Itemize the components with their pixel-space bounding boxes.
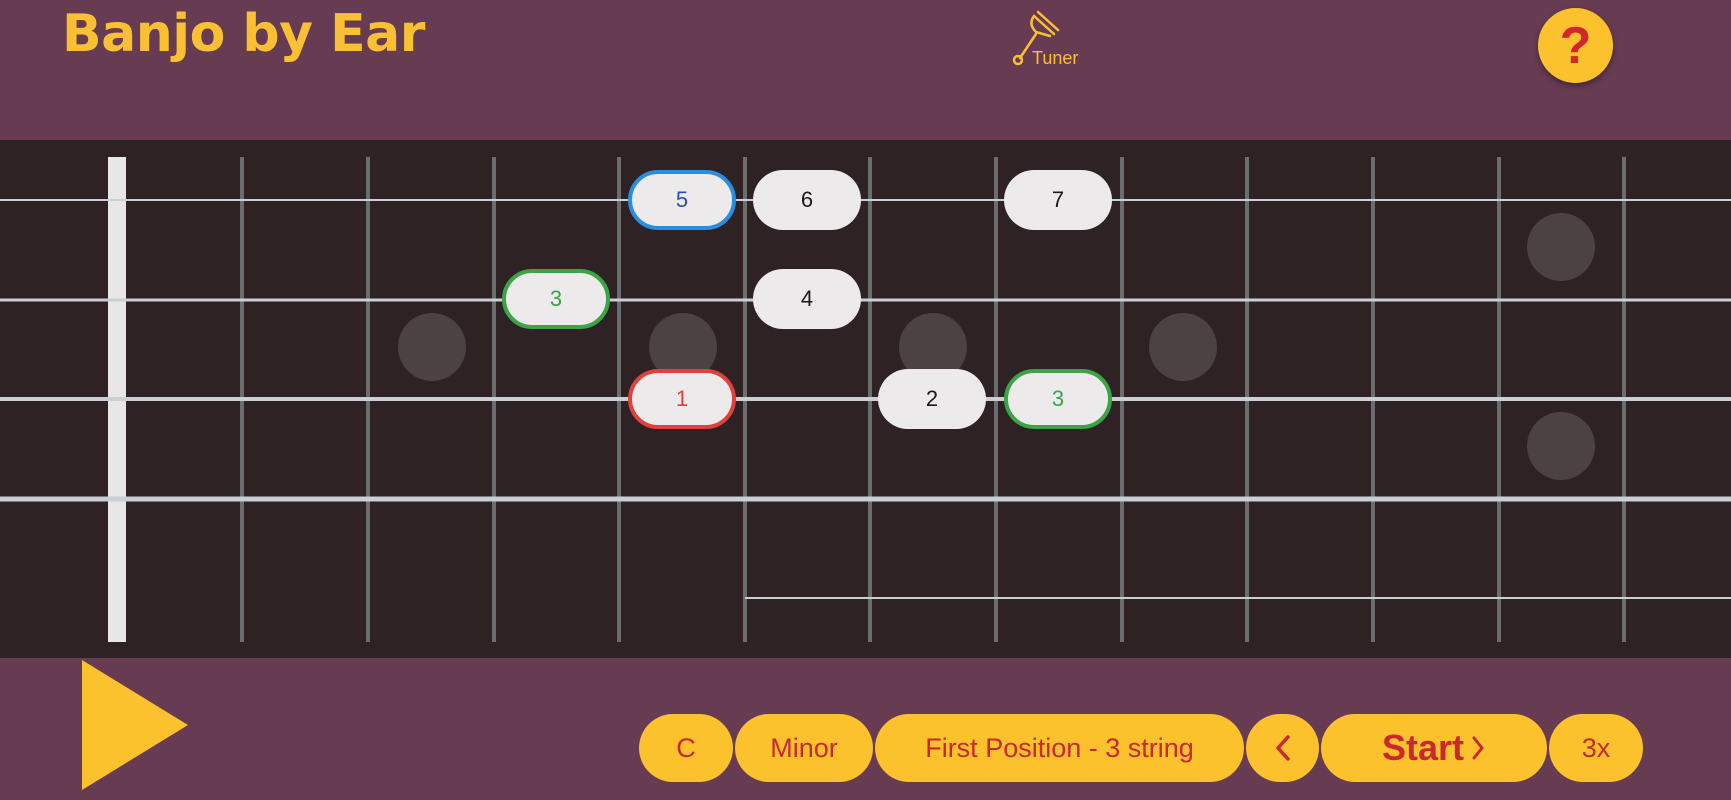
question-mark-icon: ? (1559, 16, 1592, 75)
fret-marker-dot (1527, 213, 1595, 281)
note-marker[interactable]: 1 (628, 369, 736, 429)
scale-selector[interactable]: Minor (735, 714, 873, 782)
note-marker[interactable]: 7 (1004, 170, 1112, 230)
fret-marker-dot (1149, 313, 1217, 381)
play-icon (82, 660, 188, 790)
note-marker[interactable]: 6 (753, 170, 861, 230)
fretboard-graphic (0, 157, 1731, 642)
key-selector[interactable]: C (639, 714, 733, 782)
tuner-button[interactable]: Tuner (1006, 10, 1086, 70)
play-button[interactable] (82, 658, 190, 792)
app-title: Banjo by Ear (62, 4, 425, 64)
chevron-right-icon (1472, 736, 1484, 760)
tuner-label: Tuner (1032, 48, 1079, 68)
note-marker[interactable]: 3 (1004, 369, 1112, 429)
note-marker[interactable]: 3 (502, 269, 610, 329)
note-marker[interactable]: 5 (628, 170, 736, 230)
fretboard: 5 6 7 3 4 1 2 3 (0, 140, 1731, 658)
note-marker[interactable]: 2 (878, 369, 986, 429)
note-marker[interactable]: 4 (753, 269, 861, 329)
fret-marker-dot (398, 313, 466, 381)
start-button[interactable]: Start (1321, 714, 1547, 782)
help-button[interactable]: ? (1538, 8, 1613, 83)
fret-marker-dot (1527, 412, 1595, 480)
previous-button[interactable] (1246, 714, 1319, 782)
pattern-selector[interactable]: First Position - 3 string (875, 714, 1244, 782)
start-label: Start (1381, 727, 1465, 768)
speed-button[interactable]: 3x (1549, 714, 1643, 782)
chevron-left-icon (1275, 735, 1290, 761)
